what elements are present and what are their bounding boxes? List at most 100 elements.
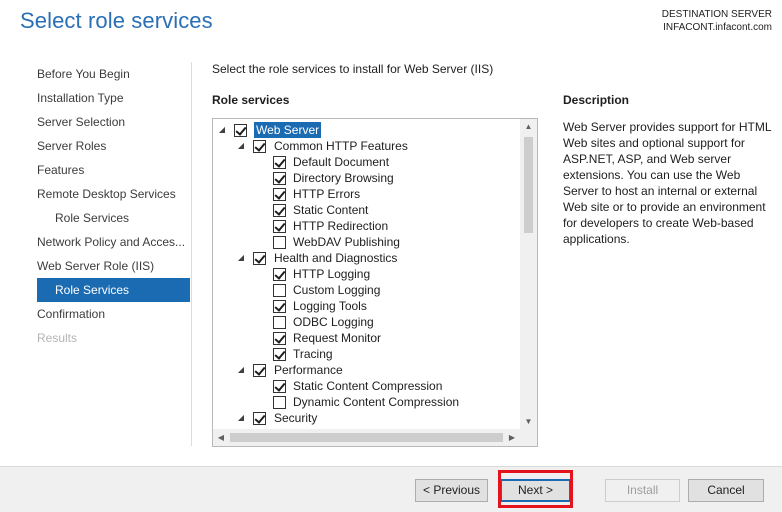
install-button[interactable]: Install	[605, 479, 680, 502]
description-text: Web Server provides support for HTML Web…	[563, 120, 772, 246]
triangle-expanded-icon[interactable]: ◢	[236, 362, 246, 378]
tree-node[interactable]: WebDAV Publishing	[213, 234, 519, 250]
nav-item-results: Results	[37, 331, 78, 345]
tree-node[interactable]: ◢ Security	[213, 410, 519, 426]
tree-node[interactable]: ◢ Health and Diagnostics	[213, 250, 519, 266]
triangle-expanded-icon[interactable]: ◢	[236, 138, 246, 154]
tree-node[interactable]: Static Content	[213, 202, 519, 218]
checkbox-checked[interactable]	[273, 204, 286, 217]
tree-node[interactable]: ◢ Web Server	[213, 122, 519, 138]
tree-node-label[interactable]: HTTP Errors	[293, 186, 360, 202]
tree-node-label[interactable]: Logging Tools	[293, 298, 367, 314]
nav-item-confirmation[interactable]: Confirmation	[37, 302, 190, 326]
tree-node-label[interactable]: Web Server	[254, 122, 322, 138]
wizard-nav: Before You Begin Installation Type Server …	[37, 62, 190, 350]
nav-item-web-server-role-iis[interactable]: Web Server Role (IIS)	[37, 254, 190, 278]
vertical-scroll-thumb[interactable]	[524, 137, 533, 233]
description-heading: Description	[563, 93, 630, 107]
chevron-up-icon[interactable]: ▲	[520, 119, 537, 135]
checkbox-checked[interactable]	[253, 364, 266, 377]
checkbox-unchecked[interactable]	[273, 316, 286, 329]
tree-node[interactable]: ◢ Performance	[213, 362, 519, 378]
cancel-button[interactable]: Cancel	[688, 479, 764, 502]
checkbox-unchecked[interactable]	[273, 396, 286, 409]
checkbox-checked[interactable]	[273, 380, 286, 393]
chevron-right-icon[interactable]: ▶	[504, 429, 520, 446]
tree-node-label[interactable]: Common HTTP Features	[274, 138, 408, 154]
role-services-list: ◢ Web Server ◢ Common HTTP Features Default …	[213, 122, 519, 426]
tree-node-label[interactable]: Request Monitor	[293, 330, 381, 346]
nav-item-role-services[interactable]: Role Services	[37, 278, 190, 302]
tree-node[interactable]: HTTP Redirection	[213, 218, 519, 234]
tree-node[interactable]: ◢ Common HTTP Features	[213, 138, 519, 154]
page-title: Select role services	[20, 8, 213, 33]
nav-item-installation-type[interactable]: Installation Type	[37, 86, 190, 110]
chevron-left-icon[interactable]: ◀	[213, 429, 229, 446]
scrollbar-corner	[520, 429, 537, 446]
tree-node[interactable]: Custom Logging	[213, 282, 519, 298]
horizontal-scrollbar[interactable]: ◀ ▶	[213, 429, 520, 446]
tree-node[interactable]: HTTP Logging	[213, 266, 519, 282]
triangle-expanded-icon[interactable]: ◢	[236, 410, 246, 426]
tree-node-label[interactable]: ODBC Logging	[293, 314, 374, 330]
tree-node-label[interactable]: Dynamic Content Compression	[293, 394, 459, 410]
tree-node-label[interactable]: Static Content	[293, 202, 368, 218]
tree-node-label[interactable]: Tracing	[293, 346, 333, 362]
nav-item-network-policy-and-acces[interactable]: Network Policy and Acces...	[37, 230, 190, 254]
nav-item-remote-desktop-services[interactable]: Remote Desktop Services	[37, 182, 190, 206]
tree-node-label[interactable]: HTTP Logging	[293, 266, 370, 282]
tree-node-label[interactable]: Custom Logging	[293, 282, 380, 298]
checkbox-checked[interactable]	[273, 348, 286, 361]
nav-item-features[interactable]: Features	[37, 158, 190, 182]
tree-node[interactable]: Default Document	[213, 154, 519, 170]
destination-server-name: INFACONT.infacont.com	[663, 22, 772, 33]
checkbox-checked[interactable]	[234, 124, 247, 137]
instruction-text: Select the role services to install for …	[212, 62, 494, 76]
tree-node-label[interactable]: WebDAV Publishing	[293, 234, 400, 250]
tree-node-label[interactable]: Default Document	[293, 154, 389, 170]
next-button-callout	[498, 470, 573, 508]
checkbox-checked[interactable]	[253, 252, 266, 265]
destination-server-label: DESTINATION SERVER	[661, 9, 772, 20]
role-services-heading: Role services	[212, 93, 290, 107]
nav-divider	[191, 62, 192, 446]
tree-node[interactable]: Directory Browsing	[213, 170, 519, 186]
tree-node[interactable]: Logging Tools	[213, 298, 519, 314]
tree-node[interactable]: ODBC Logging	[213, 314, 519, 330]
previous-button[interactable]: < Previous	[415, 479, 488, 502]
tree-node-label[interactable]: Performance	[274, 362, 343, 378]
tree-node[interactable]: HTTP Errors	[213, 186, 519, 202]
checkbox-checked[interactable]	[273, 300, 286, 313]
tree-node-label[interactable]: Static Content Compression	[293, 378, 442, 394]
role-services-tree[interactable]: ◢ Web Server ◢ Common HTTP Features Default …	[212, 118, 538, 447]
tree-node[interactable]: Request Monitor	[213, 330, 519, 346]
tree-node-label[interactable]: Health and Diagnostics	[274, 250, 397, 266]
nav-item-server-selection[interactable]: Server Selection	[37, 110, 190, 134]
horizontal-scroll-thumb[interactable]	[230, 433, 503, 442]
chevron-down-icon[interactable]: ▼	[520, 414, 537, 430]
checkbox-unchecked[interactable]	[273, 284, 286, 297]
checkbox-checked[interactable]	[253, 140, 266, 153]
triangle-expanded-icon[interactable]: ◢	[236, 250, 246, 266]
checkbox-checked[interactable]	[273, 156, 286, 169]
tree-node-label[interactable]: Directory Browsing	[293, 170, 394, 186]
checkbox-unchecked[interactable]	[273, 236, 286, 249]
nav-item-before-you-begin[interactable]: Before You Begin	[37, 62, 190, 86]
checkbox-checked[interactable]	[273, 188, 286, 201]
checkbox-checked[interactable]	[273, 220, 286, 233]
tree-node[interactable]: Dynamic Content Compression	[213, 394, 519, 410]
tree-node-label[interactable]: HTTP Redirection	[293, 218, 388, 234]
triangle-expanded-icon[interactable]: ◢	[217, 122, 227, 138]
checkbox-checked[interactable]	[273, 172, 286, 185]
checkbox-checked[interactable]	[273, 268, 286, 281]
vertical-scrollbar[interactable]: ▲ ▼	[520, 119, 537, 430]
nav-item-server-roles[interactable]: Server Roles	[37, 134, 190, 158]
nav-item-role-services[interactable]: Role Services	[37, 206, 190, 230]
tree-node-label[interactable]: Security	[274, 410, 317, 426]
tree-node[interactable]: Static Content Compression	[213, 378, 519, 394]
tree-node[interactable]: Tracing	[213, 346, 519, 362]
destination-server-info: DESTINATION SERVER INFACONT.infacont.com	[662, 8, 772, 34]
checkbox-checked[interactable]	[253, 412, 266, 425]
checkbox-checked[interactable]	[273, 332, 286, 345]
wizard-footer: < Previous Next > Install Cancel	[0, 466, 782, 512]
